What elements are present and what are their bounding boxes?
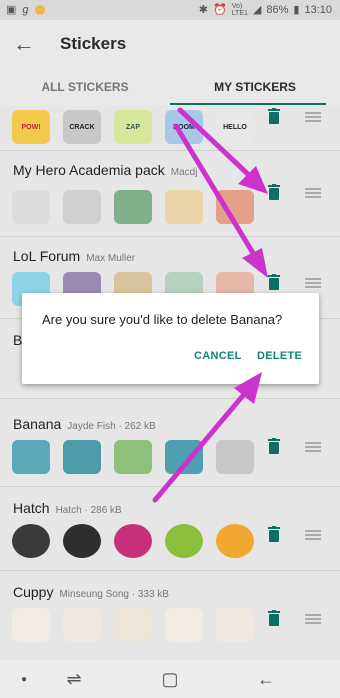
- network-lte-text: LTE1: [231, 10, 248, 17]
- pack-name: Cuppy: [13, 584, 54, 600]
- trash-icon[interactable]: [267, 438, 281, 454]
- drag-handle-icon[interactable]: [305, 278, 321, 288]
- tab-indicator: [170, 103, 326, 105]
- delete-button[interactable]: DELETE: [257, 350, 302, 362]
- divider: [0, 236, 340, 237]
- pack-name: Banana: [13, 416, 62, 432]
- sticker: POW!: [12, 110, 50, 144]
- tab-all-stickers[interactable]: ALL STICKERS: [0, 68, 170, 106]
- sticker: HELLO: [216, 110, 254, 144]
- alarm-icon: ⏰: [212, 4, 227, 16]
- drag-handle-icon[interactable]: [305, 188, 321, 198]
- sticker: CRACK: [63, 110, 101, 144]
- bluetooth-icon: ✱: [198, 4, 208, 16]
- pack-meta: Minseung Song · 333 kB: [59, 589, 169, 600]
- trash-icon[interactable]: [267, 108, 281, 124]
- sticker: [114, 524, 152, 558]
- sticker-pack[interactable]: Hatch Hatch · 286 kB: [0, 500, 340, 566]
- drag-handle-icon[interactable]: [305, 112, 321, 122]
- sticker: [12, 608, 50, 642]
- sticker: [12, 190, 50, 224]
- app-bar: ← Stickers: [0, 20, 340, 68]
- trash-icon[interactable]: [267, 526, 281, 542]
- drag-handle-icon[interactable]: [305, 442, 321, 452]
- battery-percent: 86%: [266, 4, 289, 16]
- delete-confirmation-dialog: Are you sure you'd like to delete Banana…: [22, 293, 319, 384]
- sticker: [63, 190, 101, 224]
- divider: [0, 150, 340, 151]
- pack-header: My Hero Academia pack Macdj: [13, 162, 197, 182]
- trash-icon[interactable]: [267, 184, 281, 200]
- sticker: [165, 190, 203, 224]
- sticker: [63, 524, 101, 558]
- sticker: [12, 524, 50, 558]
- sticker-row: [12, 440, 254, 474]
- tab-bar: ALL STICKERS MY STICKERS: [0, 68, 340, 106]
- sticker-row: [12, 608, 254, 642]
- network-volte-text: Vo): [231, 3, 243, 10]
- sticker-pack: POW! CRACK ZAP BOOM HELLO: [0, 106, 340, 150]
- pack-author: Macdj: [170, 167, 198, 178]
- stickers-screen: ▣ g ✱ ⏰ Vo) LTE1 ◢ 86% ▮ 13:10 ← Sticker…: [0, 0, 340, 698]
- status-bar: ▣ g ✱ ⏰ Vo) LTE1 ◢ 86% ▮ 13:10: [0, 0, 340, 20]
- sticker: [63, 608, 101, 642]
- recent-apps-icon[interactable]: ⇌: [56, 660, 92, 698]
- sticker: [114, 440, 152, 474]
- pack-author: Max Muller: [86, 253, 136, 264]
- sticker-pack[interactable]: Banana Jayde Fish · 262 kB: [0, 416, 340, 482]
- notification-g-icon: g: [22, 4, 29, 16]
- sticker: [165, 440, 203, 474]
- divider: [0, 570, 340, 571]
- network-indicator: Vo) LTE1: [232, 3, 248, 17]
- sticker: [165, 524, 203, 558]
- sticker: [12, 440, 50, 474]
- trash-icon[interactable]: [267, 610, 281, 626]
- sticker: [63, 440, 101, 474]
- signal-icon: ◢: [252, 4, 262, 16]
- sticker: ZAP: [114, 110, 152, 144]
- sticker: [216, 608, 254, 642]
- pack-header: Hatch Hatch · 286 kB: [13, 500, 122, 520]
- divider: [0, 486, 340, 487]
- battery-icon: ▮: [293, 4, 300, 16]
- home-icon[interactable]: ▢: [152, 660, 188, 698]
- system-nav-bar: ● ⇌ ▢ ←: [0, 660, 340, 698]
- sticker: [114, 608, 152, 642]
- pack-header: Banana Jayde Fish · 262 kB: [13, 416, 156, 436]
- sticker-pack[interactable]: My Hero Academia pack Macdj: [0, 162, 340, 228]
- sticker: [216, 524, 254, 558]
- pack-header: LoL Forum Max Muller: [13, 248, 135, 268]
- page-title: Stickers: [60, 34, 127, 53]
- sticker-row: [12, 524, 254, 558]
- trash-icon[interactable]: [267, 274, 281, 290]
- pack-name: Hatch: [13, 500, 50, 516]
- tab-my-stickers[interactable]: MY STICKERS: [170, 68, 340, 106]
- clock: 13:10: [304, 4, 332, 16]
- pack-meta: Jayde Fish · 262 kB: [67, 421, 156, 432]
- sticker-row: [12, 190, 254, 224]
- sticker: BOOM: [165, 110, 203, 144]
- sticker: [114, 190, 152, 224]
- pack-name: B: [13, 332, 23, 348]
- sticker-row: POW! CRACK ZAP BOOM HELLO: [12, 110, 254, 144]
- arrow-left-icon[interactable]: ←: [10, 30, 38, 58]
- sticker-pack[interactable]: Cuppy Minseung Song · 333 kB: [0, 584, 340, 660]
- pack-header: Cuppy Minseung Song · 333 kB: [13, 584, 169, 604]
- pack-name: LoL Forum: [13, 248, 81, 264]
- divider: [0, 398, 340, 399]
- cancel-button[interactable]: CANCEL: [194, 350, 242, 362]
- image-notification-icon: ▣: [6, 4, 17, 16]
- sticker: [216, 440, 254, 474]
- back-icon[interactable]: ←: [248, 660, 284, 698]
- sticker: [216, 190, 254, 224]
- sticker: [165, 608, 203, 642]
- dot-icon[interactable]: ●: [6, 660, 42, 698]
- drag-handle-icon[interactable]: [305, 614, 321, 624]
- pack-header: B: [13, 332, 22, 352]
- pack-name: My Hero Academia pack: [13, 162, 165, 178]
- pack-meta: Hatch · 286 kB: [55, 505, 122, 516]
- coin-notification-icon: [34, 5, 45, 15]
- drag-handle-icon[interactable]: [305, 530, 321, 540]
- dialog-message: Are you sure you'd like to delete Banana…: [42, 312, 283, 327]
